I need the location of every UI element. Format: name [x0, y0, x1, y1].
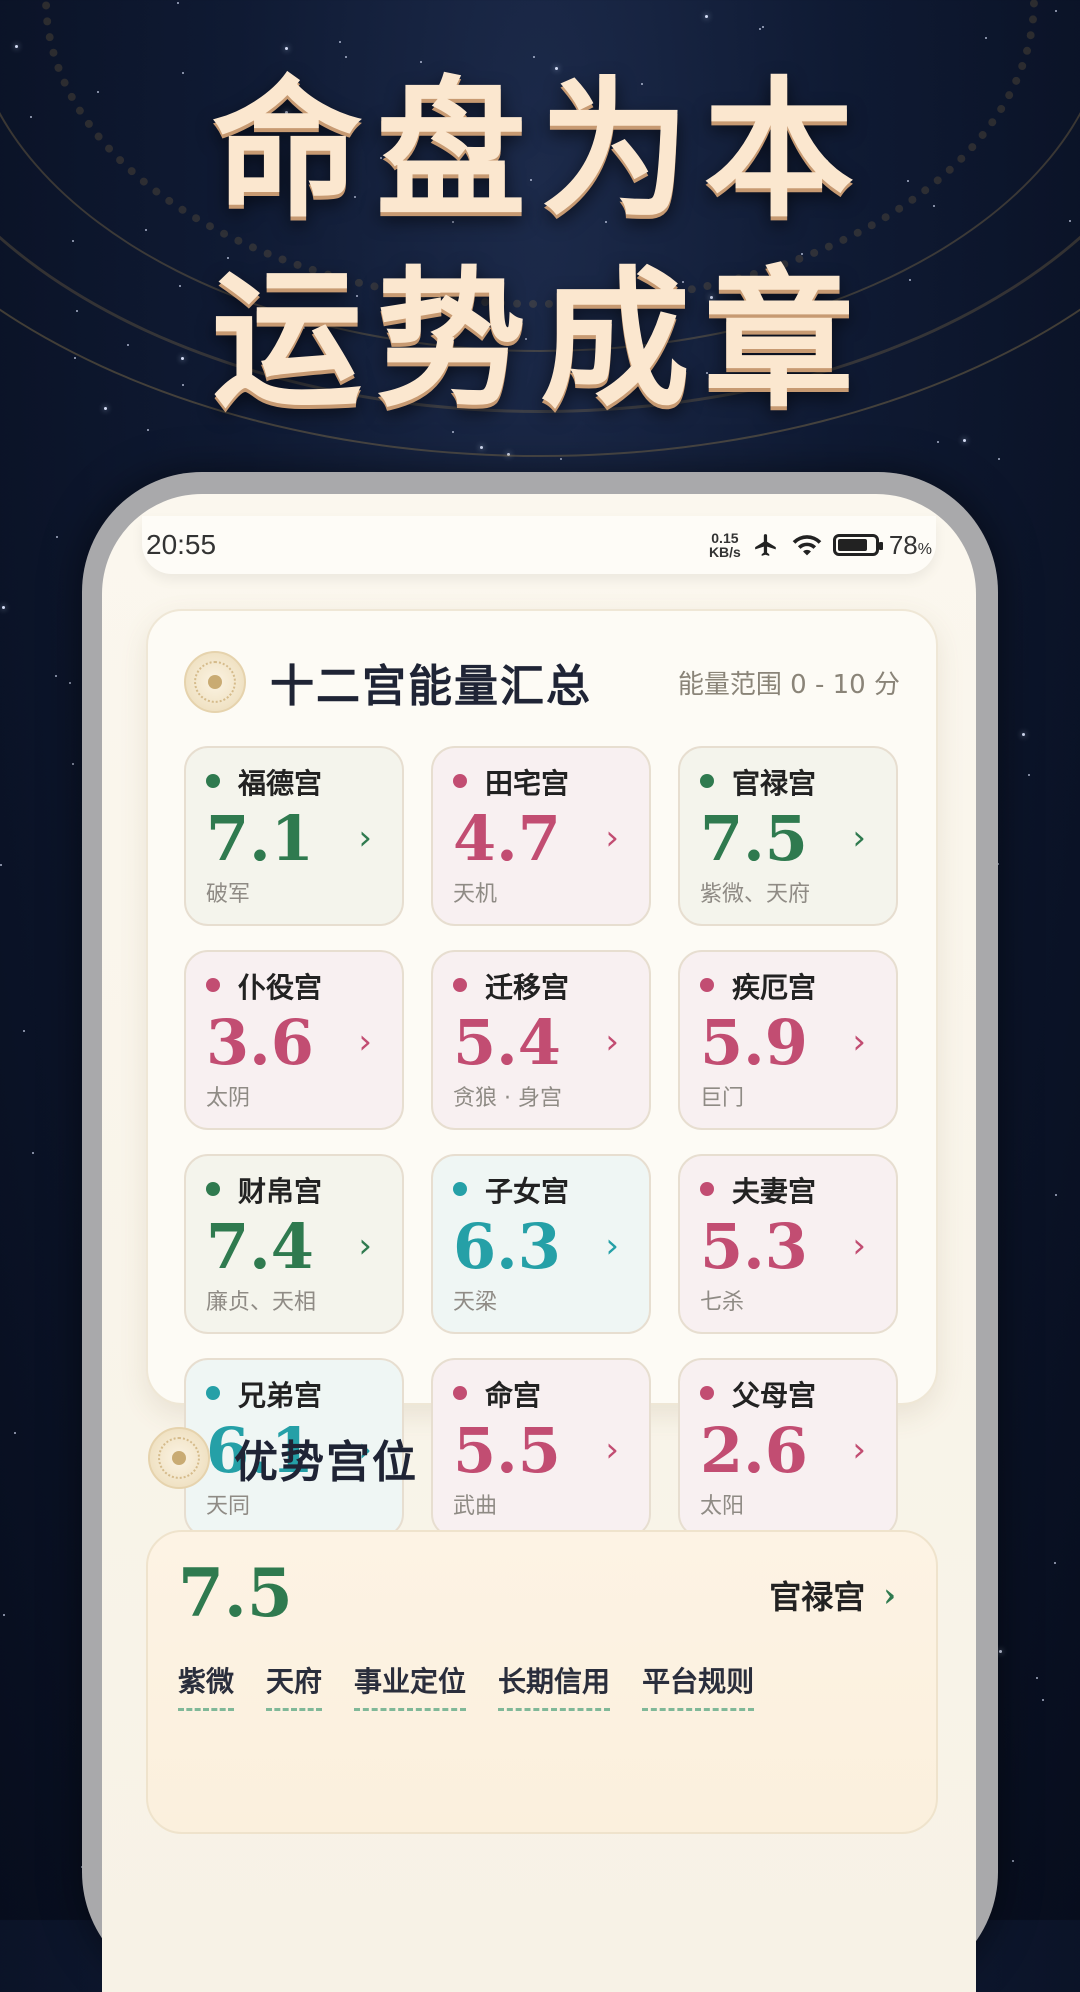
palace-name: 命宫: [485, 1379, 542, 1412]
palace-score: 7.1: [206, 802, 314, 875]
palace-name: 田宅宫: [485, 767, 570, 800]
promo-headline: 命盘为本 运势成章: [0, 55, 1080, 435]
keyword-tag[interactable]: 紫微: [178, 1660, 235, 1711]
status-dot: [700, 774, 714, 788]
palace-name: 疾厄宫: [732, 971, 817, 1004]
palace-score: 6.3: [453, 1210, 561, 1283]
medallion-icon: [148, 1427, 210, 1489]
airplane-mode-icon: [755, 534, 776, 556]
advantage-palace-link[interactable]: 官禄宫 ›: [769, 1572, 896, 1618]
status-dot: [700, 1182, 714, 1196]
palace-name: 迁移宫: [485, 971, 570, 1004]
status-dot: [453, 1386, 467, 1400]
palace-tile[interactable]: 命宫 5.5 › 武曲: [431, 1358, 651, 1538]
chevron-right-icon: ›: [883, 1576, 896, 1614]
chevron-right-icon: ›: [358, 1226, 372, 1266]
phone-frame: 20:55 0.15 KB/s 78% 十二宫能量汇总 能量范围 0 - 10 …: [82, 472, 998, 1992]
palace-stars: 巨门: [700, 1086, 745, 1111]
headline-line-2: 运势成章: [211, 252, 868, 428]
palace-energy-summary-card: 十二宫能量汇总 能量范围 0 - 10 分 福德宫 7.1 › 破军 田宅宫 4.7 › 天机…: [146, 609, 938, 1538]
palace-stars: 武曲: [453, 1494, 498, 1519]
keyword-tag[interactable]: 长期信用: [498, 1660, 611, 1711]
palace-name: 官禄宫: [732, 767, 817, 800]
palace-tile[interactable]: 疾厄宫 5.9 › 巨门: [678, 950, 898, 1130]
chevron-right-icon: ›: [605, 818, 619, 858]
palace-tile[interactable]: 迁移宫 5.4 › 贪狼 · 身宫: [431, 950, 651, 1130]
chevron-right-icon: ›: [605, 1226, 619, 1266]
wifi-icon: [792, 535, 822, 556]
palace-name: 父母宫: [732, 1379, 817, 1412]
keyword-tag[interactable]: 平台规则: [642, 1660, 755, 1711]
palace-tile[interactable]: 夫妻宫 5.3 › 七杀: [678, 1154, 898, 1334]
chevron-right-icon: ›: [605, 1022, 619, 1062]
palace-tile[interactable]: 田宅宫 4.7 › 天机: [431, 746, 651, 926]
status-dot: [206, 774, 220, 788]
network-speed: 0.15 KB/s: [708, 530, 741, 560]
palace-grid: 福德宫 7.1 › 破军 田宅宫 4.7 › 天机 官禄宫 7.5 › 紫微、天府仆役宫 3.6 › 太阴 迁…: [184, 746, 898, 1538]
palace-score: 3.6: [206, 1006, 314, 1079]
palace-name: 财帛宫: [238, 1175, 323, 1208]
section-title: 十二宫能量汇总: [270, 661, 592, 712]
status-dot: [206, 1182, 220, 1196]
palace-score: 5.5: [453, 1414, 561, 1487]
palace-stars: 紫微、天府: [700, 882, 811, 907]
palace-tile[interactable]: 父母宫 2.6 › 太阳: [678, 1358, 898, 1538]
palace-stars: 太阴: [206, 1086, 251, 1111]
status-bar: 20:55 0.15 KB/s 78%: [142, 516, 936, 574]
chevron-right-icon: ›: [852, 818, 866, 858]
chevron-right-icon: ›: [358, 1022, 372, 1062]
palace-name: 福德宫: [238, 767, 323, 800]
palace-score: 4.7: [453, 802, 561, 875]
palace-stars: 破军: [206, 882, 251, 907]
palace-stars: 廉贞、天相: [206, 1290, 317, 1315]
palace-stars: 七杀: [700, 1290, 745, 1315]
battery-icon: [832, 534, 883, 556]
status-dot: [206, 978, 220, 992]
medallion-icon: [184, 651, 246, 713]
palace-tile[interactable]: 仆役宫 3.6 › 太阴: [184, 950, 404, 1130]
chevron-right-icon: ›: [852, 1022, 866, 1062]
palace-stars: 太阳: [700, 1494, 745, 1519]
app-screen: 20:55 0.15 KB/s 78% 十二宫能量汇总 能量范围 0 - 10 …: [102, 494, 976, 1992]
palace-tile[interactable]: 官禄宫 7.5 › 紫微、天府: [678, 746, 898, 926]
palace-name: 仆役宫: [238, 971, 323, 1004]
status-dot: [700, 978, 714, 992]
status-dot: [453, 1182, 467, 1196]
palace-score: 5.3: [700, 1210, 808, 1283]
energy-range-note: 能量范围 0 - 10 分: [677, 669, 900, 700]
status-dot: [700, 1386, 714, 1400]
status-dot: [453, 774, 467, 788]
palace-tile[interactable]: 财帛宫 7.4 › 廉贞、天相: [184, 1154, 404, 1334]
palace-name: 夫妻宫: [732, 1175, 817, 1208]
palace-stars: 天机: [453, 882, 498, 907]
keyword-tag[interactable]: 天府: [266, 1660, 323, 1711]
advantage-palace-name: 官禄宫: [769, 1578, 866, 1616]
palace-stars: 天同: [206, 1494, 251, 1519]
palace-score: 5.4: [453, 1006, 561, 1079]
palace-name: 兄弟宫: [238, 1379, 323, 1412]
status-dot: [453, 978, 467, 992]
advantage-section-title: 优势宫位: [234, 1437, 418, 1488]
palace-stars: 天梁: [453, 1290, 498, 1315]
status-dot: [206, 1386, 220, 1400]
chevron-right-icon: ›: [852, 1430, 866, 1470]
chevron-right-icon: ›: [852, 1226, 866, 1266]
chevron-right-icon: ›: [605, 1430, 619, 1470]
palace-name: 子女宫: [485, 1175, 570, 1208]
battery-level: 78: [888, 529, 918, 560]
palace-tile[interactable]: 福德宫 7.1 › 破军: [184, 746, 404, 926]
advantage-palace-card[interactable]: 7.5 官禄宫 › 紫微 天府 事业定位 长期信用 平台规则: [146, 1530, 938, 1834]
palace-score: 2.6: [700, 1414, 808, 1487]
palace-tile[interactable]: 子女宫 6.3 › 天梁: [431, 1154, 651, 1334]
palace-score: 7.5: [700, 802, 808, 875]
headline-line-1: 命盘为本: [211, 62, 868, 238]
chevron-right-icon: ›: [358, 818, 372, 858]
status-time: 20:55: [146, 529, 217, 560]
advantage-tags: 紫微 天府 事业定位 长期信用 平台规则: [178, 1660, 755, 1711]
palace-score: 5.9: [700, 1006, 808, 1079]
palace-score: 7.4: [206, 1210, 314, 1283]
palace-stars: 贪狼 · 身宫: [453, 1086, 562, 1111]
keyword-tag[interactable]: 事业定位: [354, 1660, 467, 1711]
advantage-score: 7.5: [178, 1554, 293, 1632]
